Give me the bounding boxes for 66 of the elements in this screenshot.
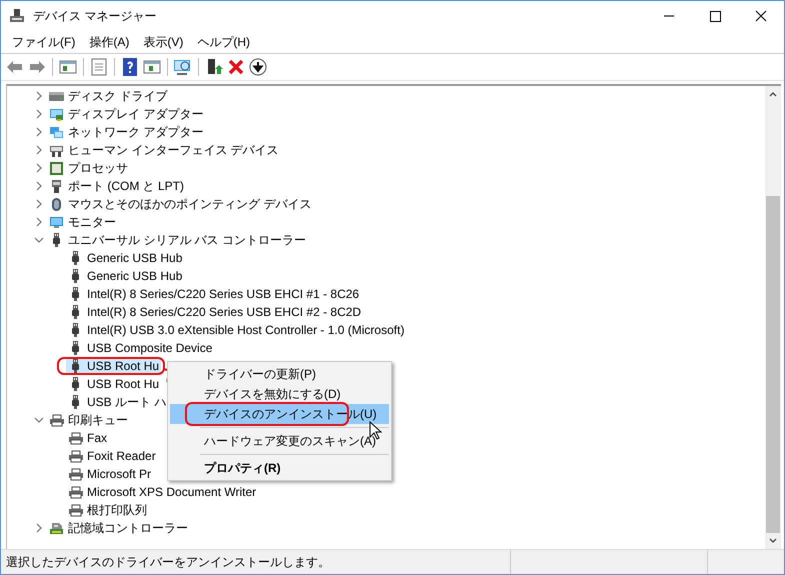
tree-item[interactable]: Fax	[66, 430, 110, 446]
tree-item[interactable]: Generic USB Hub	[66, 268, 184, 284]
expand-chevron-icon[interactable]	[34, 127, 44, 137]
menu-item[interactable]: デバイスを無効にする(D)	[170, 384, 389, 404]
tree-item[interactable]: 印刷キュー	[47, 412, 130, 428]
printer-icon	[68, 430, 83, 446]
expand-chevron-icon[interactable]	[34, 145, 44, 155]
chip-icon	[49, 160, 64, 176]
expand-chevron-icon[interactable]	[34, 163, 44, 173]
expand-chevron-icon[interactable]	[34, 199, 44, 209]
expand-chevron-icon[interactable]	[34, 217, 44, 227]
collapse-chevron-icon[interactable]	[34, 415, 44, 425]
printer-icon	[68, 466, 83, 482]
expand-chevron-icon[interactable]	[34, 523, 44, 533]
tree-item[interactable]: USB Root Hu	[66, 376, 162, 392]
scrollbar-thumb[interactable]	[766, 196, 780, 533]
tree-item[interactable]: USB Composite Device	[66, 340, 214, 356]
expand-chevron-icon[interactable]	[34, 181, 44, 191]
mouse-icon	[49, 196, 64, 212]
delete-x-icon[interactable]	[226, 57, 246, 77]
display-card-icon	[49, 106, 64, 122]
tree-item[interactable]: モニター	[47, 214, 118, 230]
menu-item[interactable]: デバイスのアンインストール(U)	[170, 404, 389, 424]
menu-item[interactable]: ファイル(F)	[5, 34, 82, 50]
printer-icon	[68, 448, 83, 464]
tree-item[interactable]: Intel(R) 8 Series/C220 Series USB EHCI #2 - 8C2D	[66, 304, 364, 320]
tree-item[interactable]: ディスク ドライブ	[47, 88, 170, 104]
port-plug-icon	[49, 178, 64, 194]
help-icon[interactable]	[120, 57, 140, 77]
tree-item[interactable]: ヒューマン インターフェイス デバイス	[47, 142, 281, 158]
scan-monitor-icon[interactable]	[173, 57, 193, 77]
status-text: 選択したデバイスのドライバーをアンインストールします。	[5, 554, 331, 571]
tree-item[interactable]: ユニバーサル シリアル バス コントローラー	[47, 232, 308, 248]
menu-item[interactable]: 表示(V)	[136, 34, 190, 50]
tree-item[interactable]: Intel(R) USB 3.0 eXtensible Host Controller - 1.0 (Microsoft)	[66, 322, 406, 338]
monitor-icon	[49, 214, 64, 230]
device-manager-icon	[9, 8, 25, 24]
tree-item[interactable]: Foxit Reader	[66, 448, 158, 464]
tree-item[interactable]: マウスとそのほかのポインティング デバイス	[47, 196, 314, 212]
printer-icon	[68, 502, 83, 518]
printer-icon	[49, 412, 64, 428]
network-monitors-icon	[49, 124, 64, 140]
tree-item[interactable]: Microsoft XPS Document Writer	[66, 484, 258, 500]
tree-item[interactable]: ディスプレイ アダプター	[47, 106, 206, 122]
menu-item[interactable]: ドライバーの更新(P)	[170, 364, 389, 384]
tree-item[interactable]: プロセッサ	[47, 160, 130, 176]
tree-item[interactable]: 根打印队列	[66, 502, 149, 518]
tree-item[interactable]: ネットワーク アダプター	[47, 124, 206, 140]
properties-sheet-icon[interactable]	[89, 57, 109, 77]
menu-item[interactable]: プロパティ(R)	[170, 458, 389, 478]
menu-item[interactable]: ヘルプ(H)	[190, 34, 257, 50]
window-title: デバイス マネージャー	[33, 8, 156, 24]
collapse-chevron-icon[interactable]	[34, 235, 44, 245]
down-arrow-circle-icon[interactable]	[248, 57, 268, 77]
menu-item[interactable]: 操作(A)	[82, 34, 136, 50]
tree-item[interactable]: USB ルート ハ	[66, 394, 168, 410]
tree-item[interactable]: Generic USB Hub	[66, 250, 184, 266]
menu-item[interactable]: ハードウェア変更のスキャン(A)	[170, 431, 389, 451]
expand-chevron-icon[interactable]	[34, 109, 44, 119]
tree-item[interactable]: ポート (COM と LPT)	[47, 178, 186, 194]
tree-item[interactable]: 記憶域コントローラー	[47, 520, 190, 536]
tree-item[interactable]: Microsoft Pr	[66, 466, 154, 482]
tree-item[interactable]: Intel(R) 8 Series/C220 Series USB EHCI #1 - 8C26	[66, 286, 362, 302]
printer-icon	[68, 484, 83, 500]
expand-chevron-icon[interactable]	[34, 91, 44, 101]
storage-drive-icon	[49, 520, 64, 536]
